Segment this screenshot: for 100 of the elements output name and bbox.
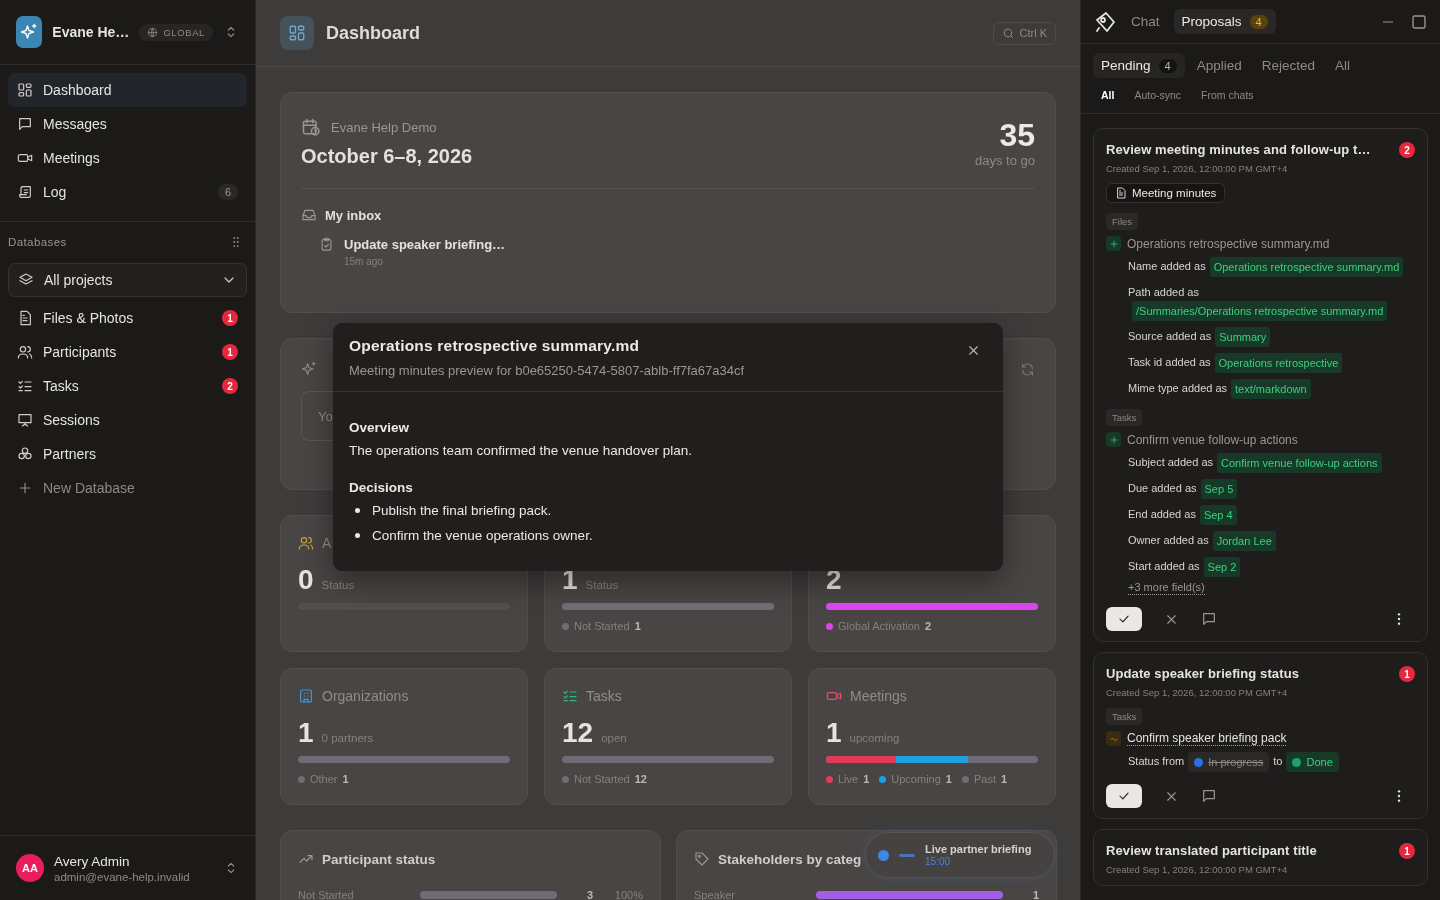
legend-label: Past [973,773,996,785]
field-label: Start added as [1128,559,1200,574]
nav-item[interactable]: Messages [8,107,247,141]
database-item[interactable]: Tasks 2 [8,369,247,403]
notification-badge: 1 [222,344,238,360]
database-item[interactable]: Participants 1 [8,335,247,369]
project-dropdown[interactable]: All projects [8,263,247,297]
checklist-icon [562,688,578,704]
stat-unit: upcoming [849,732,900,744]
field-value: Sep 2 [1203,557,1241,577]
legend-label: Global Activation [838,620,920,632]
circles-icon [17,446,33,462]
stat-unit: open [601,732,627,744]
scroll-icon [17,184,33,200]
nav-item[interactable]: Dashboard [8,73,247,107]
countdown-label: days to go [975,153,1035,168]
bell-icon[interactable] [1093,9,1117,34]
section-heading: Overview [349,420,411,435]
field-value: /Summaries/Operations retrospective summary.md [1132,301,1388,321]
section-tag: Files [1106,213,1139,230]
record-name: Confirm venue follow-up actions [1127,432,1298,447]
dashboard-icon [17,82,33,98]
nav-item[interactable]: Meetings [8,141,247,175]
workspace-name: Evane He… [52,24,130,40]
timestamp: 15m ago [344,256,384,267]
field-value: Sep 4 [1199,505,1237,525]
legend-label: Not Started [574,620,630,632]
legend-label: Upcoming [891,773,941,785]
event-dates: October 6–8, 2026 [301,145,473,168]
new-database-button[interactable]: New Database [8,471,247,505]
status-tab[interactable]: All [1327,53,1359,78]
nav-item[interactable]: Log 6 [8,175,247,209]
notification-badge: 2 [222,378,238,394]
row-count: 3 [585,889,593,900]
filter-tab[interactable]: All [1101,89,1115,101]
more-fields-link[interactable]: +3 more field(s) [1128,581,1205,595]
people-icon [298,535,314,551]
field-label: Path added as [1128,285,1199,300]
document-icon [1115,187,1127,199]
live-meeting-pill[interactable]: Live partner briefing 15:00 [865,832,1055,878]
close-icon[interactable] [966,343,981,358]
people-icon [17,344,33,360]
legend-count: 2 [924,620,932,632]
scope-badge: GLOBAL [139,23,213,41]
card-title: Organizations [322,688,409,704]
card-title: Meetings [850,688,907,704]
modal-subtitle: Meeting minutes preview for b0e65250-5474-5807-ablb-ff7fa67a34cf [349,363,746,378]
maximize-icon[interactable] [1410,12,1428,31]
row-count: 1 [1031,889,1039,900]
card-title: A [322,535,332,551]
created-date: Created Sep 1, 2026, 12:00:00 PM GMT+4 [1106,163,1289,174]
comment-icon[interactable] [1201,788,1217,804]
field-label: Subject added as [1128,455,1213,470]
record-name: Operations retrospective summary.md [1127,236,1330,251]
legend-count: 1 [945,773,952,785]
database-item[interactable]: Files & Photos 1 [8,301,247,335]
document-icon [17,310,33,326]
event-name: Evane Help Demo [331,119,437,135]
filter-tab[interactable]: Auto-sync [1134,89,1182,101]
approve-button[interactable] [1106,607,1142,631]
dash-icon [899,853,915,857]
inbox-item-title[interactable]: Update speaker briefing… [344,237,506,252]
comment-icon[interactable] [1201,611,1217,627]
status-tab[interactable]: Applied [1188,53,1250,78]
section-label: Databases [8,236,67,248]
attachment-chip[interactable]: Meeting minutes [1106,183,1226,203]
record-link[interactable]: Confirm speaker briefing pack [1127,731,1287,746]
inbox-title: My inbox [325,207,382,223]
user-name: Avery Admin [54,853,131,869]
field-value: Operations retrospective summary.md [1209,257,1404,277]
filter-tab[interactable]: From chats [1201,89,1254,101]
dashboard-icon [288,24,306,42]
presentation-board-icon [17,412,33,428]
database-item[interactable]: Sessions [8,403,247,437]
plus-icon [17,480,33,496]
legend-count: 1 [863,773,870,785]
field-label: Task id added as [1128,355,1211,370]
field-label: Name added as [1128,259,1206,274]
created-date: Created Sep 1, 2026, 12:00:00 PM GMT+4 [1106,687,1289,698]
section-tag: Tasks [1106,708,1143,725]
building-icon [298,688,314,704]
paragraph: The operations team confirmed the venue handover plan. [349,443,693,458]
status-tab[interactable]: Pending 4 [1093,53,1185,78]
page-title: Dashboard [326,22,421,44]
field-label: to [1273,754,1283,769]
proposal-title: Review translated participant title [1106,843,1318,858]
proposal-title: Update speaker briefing status [1106,666,1300,681]
calendar-clock-icon [301,117,321,137]
count-badge: 6 [217,184,238,200]
card-title: Stakeholders by categ [718,851,862,867]
approve-button[interactable] [1106,784,1142,808]
count-badge: 1 [1399,843,1415,859]
tab[interactable]: Chat [1123,9,1168,34]
database-item[interactable]: Partners [8,437,247,471]
status-tab[interactable]: Rejected [1253,53,1323,78]
tab[interactable]: Proposals 4 [1173,9,1276,34]
field-value: Sep 5 [1200,479,1238,499]
row-label: Not Started [298,889,355,900]
workspace-logo[interactable] [16,16,43,48]
stat-value: 1 [562,564,578,596]
